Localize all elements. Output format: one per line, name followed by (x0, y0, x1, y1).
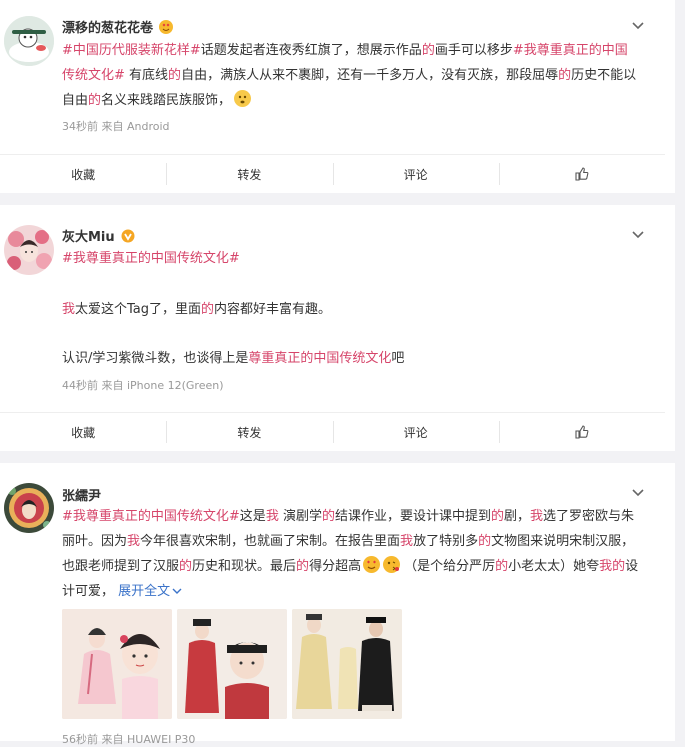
text-run: 话题发起者连夜秀红旗了，想展示作品 (200, 43, 422, 58)
highlighted-text: 的 (421, 43, 435, 58)
like-button[interactable] (498, 413, 665, 451)
text-run: 名义来践踏民族服饰， (101, 93, 232, 108)
favorite-button[interactable]: 收藏 (0, 413, 166, 451)
post-text-para-2: 认识/学习紫微斗数，也谈得上是尊重真正的中国传统文化吧 (62, 346, 639, 371)
post-meta: 56秒前 来自 HUAWEI P30 (62, 733, 196, 746)
highlighted-text: 我 (530, 509, 544, 524)
highlighted-text: 我 (400, 534, 414, 549)
text-run: 画手可以移步 (434, 43, 513, 58)
favorite-button[interactable]: 收藏 (0, 155, 166, 193)
expand-chevron-icon (172, 588, 182, 594)
comment-label: 评论 (403, 425, 428, 440)
comment-button[interactable]: 评论 (332, 413, 499, 451)
user-name[interactable]: 灰大Miu (62, 226, 135, 245)
comment-label: 评论 (403, 167, 428, 182)
avatar-image (4, 16, 54, 66)
post-text-para-1: 我太爱这个Tag了，里面的内容都好丰富有趣。 (62, 297, 639, 322)
highlighted-text: 我 (127, 534, 141, 549)
user-name[interactable]: 漂移的葱花花卷 (62, 17, 174, 36)
highlighted-text: 我的 (599, 559, 626, 574)
avatar-image (4, 483, 54, 533)
favorite-label: 收藏 (71, 167, 96, 182)
text-run: 剧， (504, 509, 531, 524)
kiss-face-emoji-icon (383, 556, 401, 573)
text-run: 吧 (391, 351, 405, 366)
starry-eyes-emoji-icon (363, 556, 381, 573)
chevron-down-icon[interactable] (631, 228, 645, 242)
highlighted-text: 的 (296, 559, 310, 574)
highlighted-text: 的 (321, 509, 335, 524)
avatar-image (4, 225, 54, 275)
verified-badge-icon (121, 229, 135, 242)
gallery-image-3[interactable] (292, 609, 402, 719)
heart-eyes-emoji-icon (159, 19, 174, 34)
chevron-down-icon[interactable] (631, 19, 645, 33)
repost-label: 转发 (237, 425, 262, 440)
text-run: 今年很喜欢宋制，也就画了宋制。在报告里面 (140, 534, 401, 549)
highlighted-text: 的 (179, 559, 193, 574)
highlighted-text: 的 (478, 534, 492, 549)
expand-full-text-link[interactable]: 展开全文 (118, 584, 182, 599)
text-run: （是个给分严厉 (404, 559, 496, 574)
highlighted-text: 我 (62, 302, 76, 317)
highlighted-text: 的 (201, 302, 215, 317)
post-text: #中国历代服装新花样#话题发起者连夜秀红旗了，想展示作品的画手可以移步#我尊重真… (62, 38, 639, 113)
text-run: 历史和现状。最后 (192, 559, 297, 574)
text-run: 得分超高 (309, 559, 362, 574)
action-bar: 收藏 转发 评论 (0, 154, 665, 193)
text-run: 内容都好丰富有趣。 (214, 302, 332, 317)
text-run: 认识/学习紫微斗数，也谈得上是 (62, 351, 249, 366)
highlighted-text[interactable]: #中国历代服装新花样# (62, 43, 201, 58)
post-topic[interactable]: #我尊重真正的中国传统文化# (62, 246, 639, 271)
highlighted-text: 我 (265, 509, 279, 524)
text-run: 放了特别多 (413, 534, 479, 549)
post-text: #我尊重真正的中国传统文化#这是我 演剧学的结课作业，要设计课中提到的剧，我选了… (62, 504, 639, 604)
highlighted-text: 的 (168, 68, 182, 83)
text-run: 小老太太）她夸 (508, 559, 600, 574)
action-bar: 收藏 转发 评论 (0, 412, 665, 451)
avatar[interactable] (4, 483, 54, 533)
text-run: 演剧学 (278, 509, 322, 524)
chevron-down-icon[interactable] (631, 486, 645, 500)
topic-link[interactable]: #我尊重真正的中国传统文化# (62, 251, 240, 266)
repost-button[interactable]: 转发 (166, 155, 332, 193)
like-button[interactable] (498, 155, 665, 193)
user-name[interactable]: 张繻尹 (62, 485, 101, 504)
repost-label: 转发 (237, 167, 262, 182)
highlighted-text: 的 (88, 93, 102, 108)
comment-button[interactable]: 评论 (332, 155, 499, 193)
highlighted-text: 的 (495, 559, 509, 574)
text-run: 太爱这个Tag了，里面 (75, 302, 202, 317)
gallery-image-2[interactable] (177, 609, 287, 719)
highlighted-text: 的 (558, 68, 572, 83)
avatar[interactable] (4, 225, 54, 275)
image-gallery (62, 609, 402, 721)
expand-label: 展开全文 (118, 584, 171, 599)
text-run: 自由，满族人从来不裹脚，还有一千多万人，没有灭族，那段屈辱 (181, 68, 559, 83)
post-card-2: 灰大Miu #我尊重真正的中国传统文化# 我太爱这个Tag了，里面的内容都好丰富… (0, 205, 675, 451)
highlighted-text[interactable]: #我尊重真正的中国传统文化# (62, 509, 240, 524)
post-meta: 44秒前 来自 iPhone 12(Green) (62, 379, 224, 392)
post-meta: 34秒前 来自 Android (62, 120, 170, 133)
gallery-image-1[interactable] (62, 609, 172, 719)
post-card-1: 漂移的葱花花卷 #中国历代服装新花样#话题发起者连夜秀红旗了，想展示作品的画手可… (0, 0, 675, 193)
thumbs-up-icon (575, 425, 589, 439)
highlighted-text: 尊重真正的中国传统文化 (248, 351, 392, 366)
post-card-3: 张繻尹 #我尊重真正的中国传统文化#这是我 演剧学的结课作业，要设计课中提到的剧… (0, 463, 675, 746)
worried-face-emoji-icon (234, 90, 252, 107)
user-name-text[interactable]: 漂移的葱花花卷 (62, 17, 153, 36)
user-name-text[interactable]: 张繻尹 (62, 485, 101, 504)
user-name-text[interactable]: 灰大Miu (62, 226, 115, 245)
text-run: 结课作业，要设计课中提到 (334, 509, 491, 524)
repost-button[interactable]: 转发 (166, 413, 332, 451)
text-run: 有底线 (124, 68, 169, 83)
text-run: 这是 (239, 509, 266, 524)
thumbs-up-icon (575, 167, 589, 181)
highlighted-text: 的 (491, 509, 505, 524)
avatar[interactable] (4, 16, 54, 66)
favorite-label: 收藏 (71, 425, 96, 440)
